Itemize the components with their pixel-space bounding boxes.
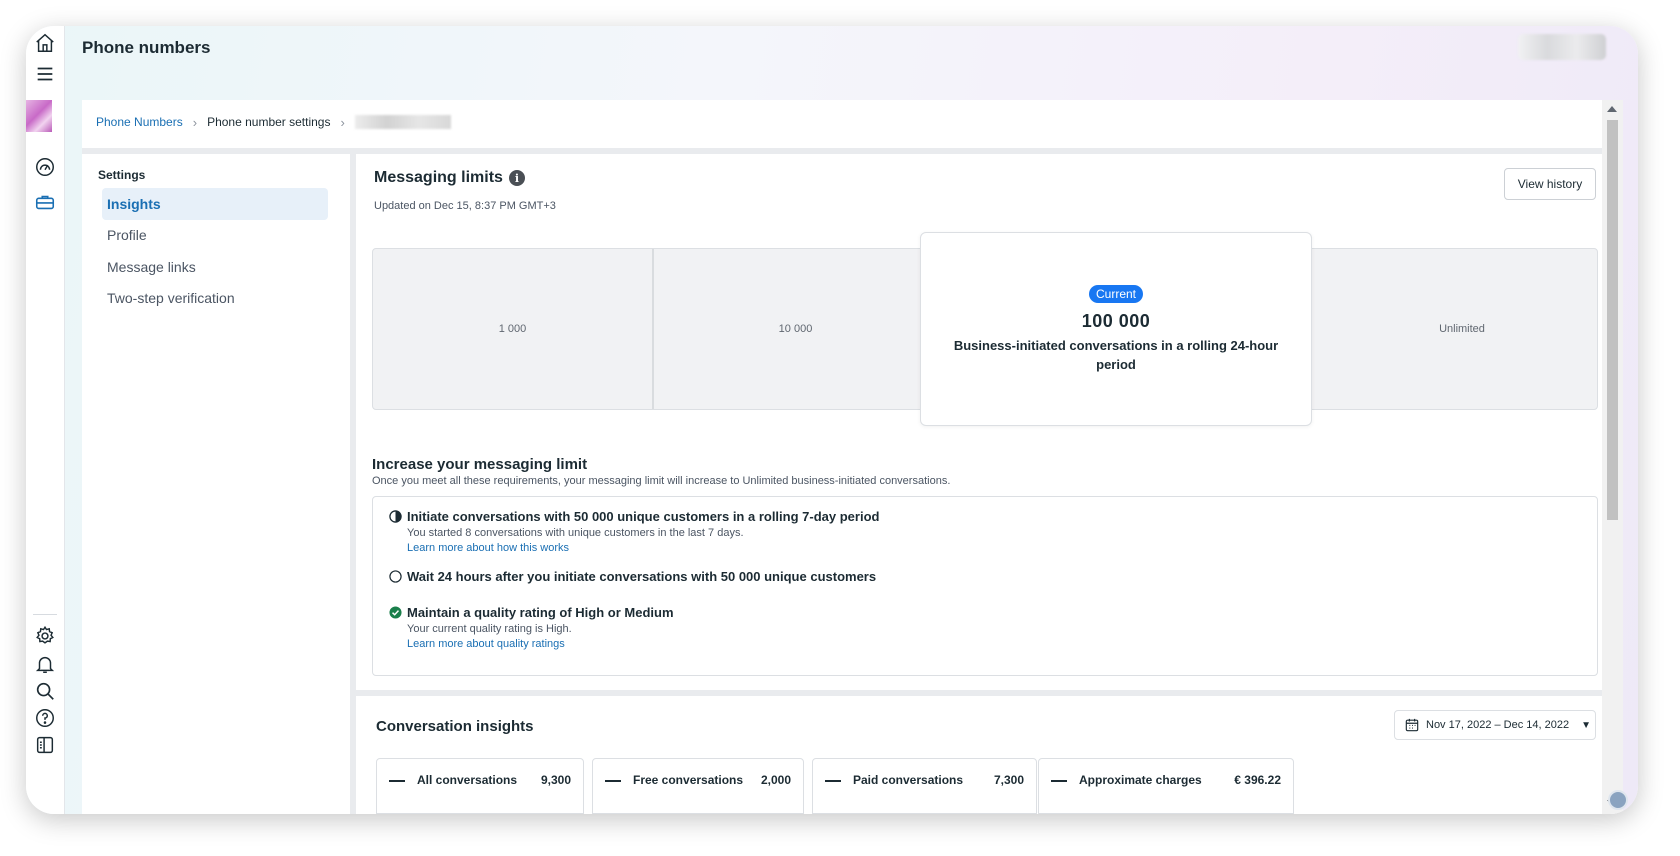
home-icon[interactable]: [31, 29, 59, 57]
settings-item-profile[interactable]: Profile: [102, 219, 328, 251]
business-avatar[interactable]: [26, 100, 52, 132]
tier-unlimited: Unlimited: [1439, 323, 1485, 335]
requirement-text: You started 8 conversations with unique …: [407, 527, 744, 539]
series-line-icon: [389, 780, 405, 782]
learn-more-how-link[interactable]: Learn more about how this works: [407, 542, 879, 554]
settings-item-two-step-verification[interactable]: Two-step verification: [102, 282, 328, 314]
date-range-value: Nov 17, 2022 – Dec 14, 2022: [1426, 719, 1570, 731]
metric-value: € 396.22: [1234, 773, 1281, 787]
content-card: Phone Numbers › Phone number settings › …: [82, 100, 1623, 814]
check-circle-icon: [389, 606, 402, 619]
settings-item-message-links[interactable]: Message links: [102, 251, 328, 283]
metric-all-conversations[interactable]: All conversations 9,300: [376, 758, 584, 814]
tier-current-card: Current 100 000 Business-initiated conve…: [920, 232, 1312, 426]
calendar-icon: [1405, 718, 1419, 732]
requirement-title: Wait 24 hours after you initiate convers…: [407, 569, 877, 584]
globe-icon[interactable]: [1608, 790, 1628, 810]
current-badge: Current: [1088, 285, 1143, 303]
current-limit-description: Business-initiated conversations in a ro…: [953, 338, 1279, 372]
tier-10000: 10 000: [778, 323, 813, 335]
half-circle-progress-icon: [389, 510, 402, 523]
learn-more-quality-link[interactable]: Learn more about quality ratings: [407, 638, 674, 650]
notification-bell-icon[interactable]: [31, 650, 59, 678]
metric-paid-conversations[interactable]: Paid conversations 7,300: [812, 758, 1037, 814]
series-line-icon: [825, 780, 841, 782]
increase-limit-subtitle: Once you meet all these requirements, yo…: [372, 475, 951, 487]
menu-icon[interactable]: [31, 60, 59, 88]
caret-down-icon: ▼: [1581, 719, 1592, 731]
metric-free-conversations[interactable]: Free conversations 2,000: [592, 758, 804, 814]
breadcrumb-link-phone-numbers[interactable]: Phone Numbers: [96, 115, 183, 129]
metric-label: Approximate charges: [1079, 773, 1202, 787]
breadcrumb-phone-number-redacted: [354, 115, 451, 129]
series-line-icon: [605, 780, 621, 782]
increase-limit-title: Increase your messaging limit: [372, 456, 588, 473]
breadcrumb: Phone Numbers › Phone number settings ›: [96, 112, 451, 132]
search-icon[interactable]: [31, 677, 59, 705]
left-nav-rail: [26, 26, 65, 814]
requirements-box: Initiate conversations with 50 000 uniqu…: [372, 496, 1598, 676]
app-window: Phone numbers Phone Numbers › Phone numb…: [26, 26, 1638, 814]
metric-label: Free conversations: [633, 773, 744, 787]
metric-approximate-charges[interactable]: Approximate charges € 396.22: [1038, 758, 1294, 814]
requirement-item: Maintain a quality rating of High or Med…: [389, 605, 674, 650]
requirement-item: Wait 24 hours after you initiate convers…: [389, 569, 876, 584]
date-range-picker[interactable]: Nov 17, 2022 – Dec 14, 2022 ▼: [1394, 710, 1596, 740]
nav-divider: [33, 614, 57, 615]
series-line-icon: [1051, 780, 1067, 782]
metric-label: Paid conversations: [853, 773, 964, 787]
conversation-insights-title: Conversation insights: [376, 718, 534, 735]
help-icon[interactable]: [31, 704, 59, 732]
chevron-right-icon: ›: [340, 114, 345, 130]
breadcrumb-phone-number-settings[interactable]: Phone number settings: [207, 115, 330, 129]
panel-toggle-icon[interactable]: [31, 731, 59, 759]
main-panel: Messaging limits i Updated on Dec 15, 8:…: [356, 154, 1602, 814]
section-divider: [356, 690, 1602, 696]
messaging-limits-heading: Messaging limits i: [374, 169, 525, 187]
account-switcher[interactable]: [1518, 34, 1606, 60]
empty-circle-icon: [389, 570, 402, 583]
info-icon[interactable]: i: [508, 170, 525, 186]
metric-value: 7,300: [993, 773, 1024, 787]
messaging-limits-updated: Updated on Dec 15, 8:37 PM GMT+3: [374, 200, 556, 212]
messaging-limits-title: Messaging limits: [374, 169, 503, 186]
requirement-title: Maintain a quality rating of High or Med…: [407, 605, 674, 620]
requirement-text: Your current quality rating is High.: [407, 623, 572, 635]
view-history-button[interactable]: View history: [1504, 168, 1596, 200]
chevron-right-icon: ›: [192, 114, 198, 130]
page-title: Phone numbers: [82, 38, 211, 57]
settings-item-insights[interactable]: Insights: [102, 188, 328, 220]
settings-gear-icon[interactable]: [31, 622, 59, 650]
tier-1000: 1 000: [498, 323, 527, 335]
requirement-item: Initiate conversations with 50 000 uniqu…: [389, 509, 879, 554]
scrollbar-thumb[interactable]: [1607, 120, 1618, 520]
toolbox-icon[interactable]: [31, 188, 59, 216]
settings-title: Settings: [98, 168, 146, 182]
requirement-title: Initiate conversations with 50 000 uniqu…: [407, 509, 880, 524]
scroll-up-arrow-icon[interactable]: [1607, 106, 1617, 112]
metric-label: All conversations: [417, 773, 518, 787]
vertical-scrollbar[interactable]: [1602, 100, 1623, 814]
metric-value: 9,300: [540, 773, 571, 787]
metric-value: 2,000: [760, 773, 791, 787]
current-limit-value: 100 000: [1081, 311, 1151, 331]
settings-sidebar: Settings Insights Profile Message links …: [82, 154, 356, 814]
dashboard-gauge-icon[interactable]: [31, 153, 59, 181]
